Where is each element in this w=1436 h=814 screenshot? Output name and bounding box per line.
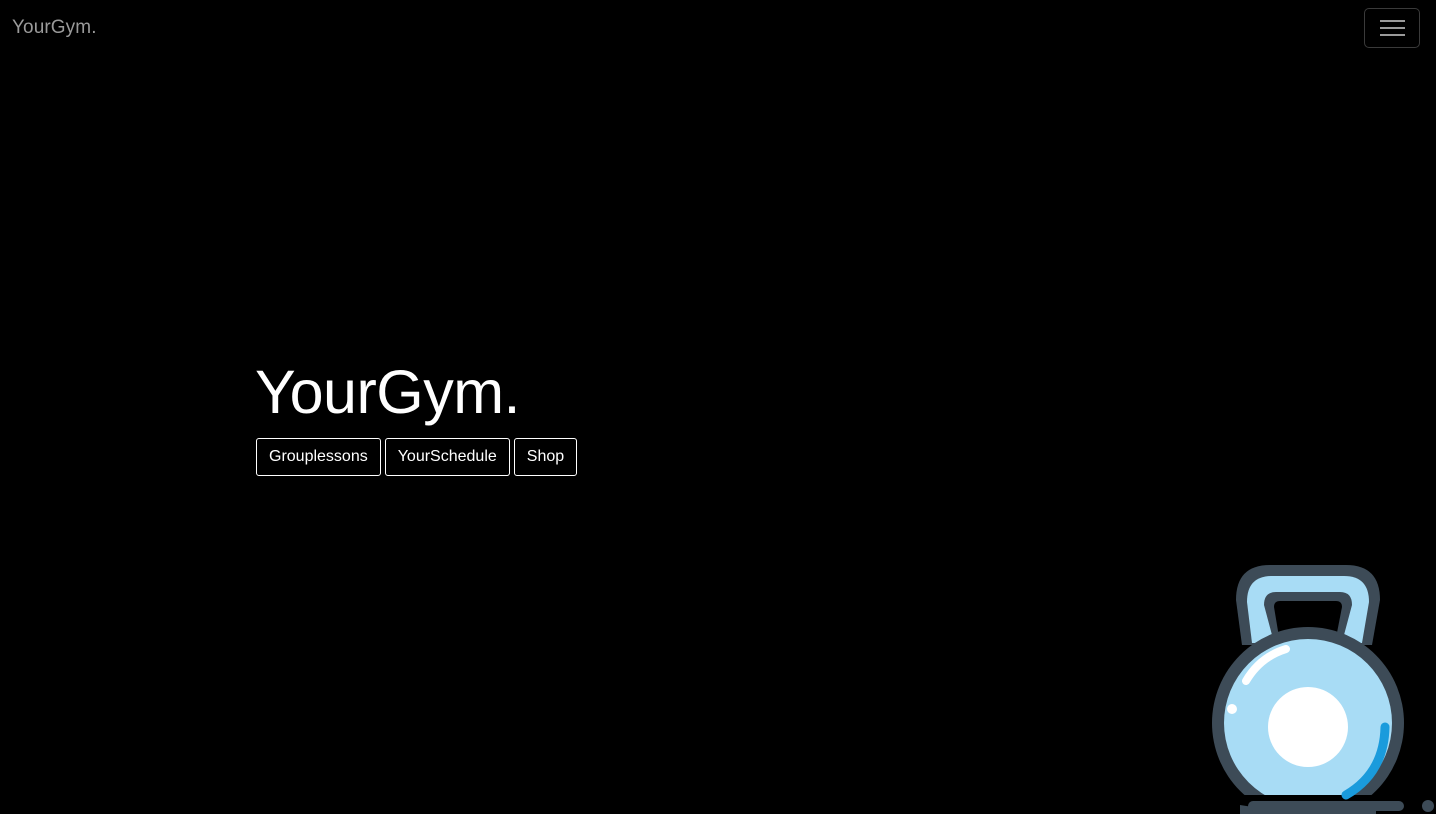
menu-toggle-button[interactable]: [1364, 8, 1420, 48]
navbar-brand[interactable]: YourGym.: [12, 17, 97, 39]
page: YourGym. YourGym. Grouplessons YourSched…: [0, 0, 1436, 814]
hero-title: YourGym.: [255, 358, 520, 426]
navbar: YourGym.: [0, 0, 1436, 56]
yourschedule-button[interactable]: YourSchedule: [384, 438, 510, 476]
hero-actions: Grouplessons YourSchedule Shop: [256, 438, 578, 476]
grouplessons-button[interactable]: Grouplessons: [256, 438, 381, 476]
kettlebell-icon: [1212, 565, 1434, 814]
shop-button[interactable]: Shop: [513, 438, 578, 476]
